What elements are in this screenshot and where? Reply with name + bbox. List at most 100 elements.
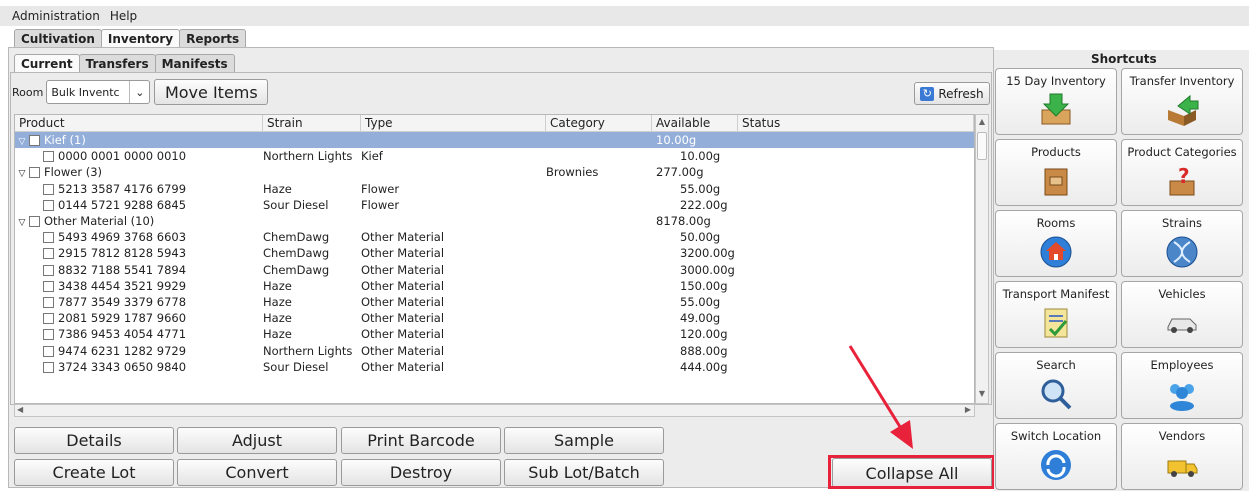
tab-manifests[interactable]: Manifests [154, 54, 235, 72]
row-checkbox[interactable] [43, 264, 54, 276]
shortcut-employees[interactable]: Employees [1121, 352, 1243, 419]
row-checkbox[interactable] [43, 329, 54, 341]
convert-button[interactable]: Convert [177, 459, 337, 486]
table-row[interactable]: 0000 0001 0000 0010 Northern Lights Kief 10… [15, 148, 974, 164]
adjust-button[interactable]: Adjust [177, 427, 337, 454]
shortcut-label: Product Categories [1127, 145, 1237, 159]
table-row[interactable]: 0144 5721 9288 6845 Sour Diesel Flower 222.… [15, 197, 974, 213]
expand-triangle-icon[interactable]: ▽ [15, 169, 29, 179]
product-name: 0144 5721 9288 6845 [58, 197, 187, 212]
tab-reports[interactable]: Reports [179, 29, 247, 47]
row-checkbox[interactable] [43, 199, 54, 211]
table-row[interactable]: 3724 3343 0650 9840 Sour Diesel Other Mate… [15, 359, 974, 375]
shortcut-transport-manifest[interactable]: Transport Manifest [995, 281, 1117, 348]
shortcut-label: Strains [1161, 216, 1203, 230]
table-row[interactable]: 3438 4454 3521 9929 Haze Other Material 150… [15, 278, 974, 294]
scroll-up-icon[interactable]: ▲ [977, 117, 987, 129]
sample-button[interactable]: Sample [504, 427, 664, 454]
column-header-product[interactable]: Product [15, 115, 263, 131]
details-button[interactable]: Details [14, 427, 174, 454]
product-cell: ▽ Other Material (10) [15, 214, 263, 228]
column-header-available[interactable]: Available [652, 115, 738, 131]
row-checkbox[interactable] [29, 167, 40, 179]
tab-cultivation[interactable]: Cultivation [14, 29, 102, 47]
table-row[interactable]: 8832 7188 5541 7894 ChemDawg Other Materia… [15, 262, 974, 278]
print-barcode-button[interactable]: Print Barcode [341, 427, 501, 454]
scroll-right-icon[interactable]: ▶ [965, 405, 971, 414]
row-checkbox[interactable] [43, 296, 54, 308]
column-header-strain[interactable]: Strain [263, 115, 361, 131]
row-checkbox[interactable] [29, 135, 40, 147]
shortcut-strains[interactable]: Strains [1121, 210, 1243, 277]
destroy-button[interactable]: Destroy [341, 459, 501, 486]
shortcut-products[interactable]: Products [995, 139, 1117, 206]
row-checkbox[interactable] [43, 232, 54, 244]
menu-help[interactable]: Help [110, 9, 137, 23]
column-header-type[interactable]: Type [361, 115, 546, 131]
row-checkbox[interactable] [43, 361, 54, 373]
row-checkbox[interactable] [43, 183, 54, 195]
available-cell: 120.00g [680, 327, 728, 342]
shortcut-vendors[interactable]: Vendors [1121, 423, 1243, 490]
table-row[interactable]: 5213 3587 4176 6799 Haze Flower 55.00g [15, 181, 974, 197]
scroll-left-icon[interactable]: ◀ [17, 405, 23, 414]
expand-triangle-icon[interactable]: ▽ [15, 218, 29, 228]
refresh-icon: ↻ [920, 86, 935, 101]
move-items-button[interactable]: Move Items [154, 79, 269, 105]
table-row[interactable]: 9474 6231 1282 9729 Northern Lights Other … [15, 342, 974, 358]
table-body: ▽ Kief (1) 10.00g 0000 0001 0000 0010 Northe… [15, 132, 974, 375]
shortcut-label: Search [1036, 358, 1076, 372]
row-checkbox[interactable] [43, 280, 54, 292]
row-checkbox[interactable] [43, 248, 54, 260]
shortcut-transfer-inventory[interactable]: Transfer Inventory [1121, 68, 1243, 135]
row-checkbox[interactable] [43, 313, 54, 325]
table-row[interactable]: 2915 7812 8128 5943 ChemDawg Other Materia… [15, 245, 974, 261]
menu-administration[interactable]: Administration [12, 9, 100, 23]
tab-inventory[interactable]: Inventory [100, 29, 181, 47]
switch-arrows-icon [1036, 447, 1076, 483]
create-lot-button[interactable]: Create Lot [14, 459, 174, 486]
box-download-icon [1036, 92, 1076, 128]
column-header-category[interactable]: Category [546, 115, 652, 131]
room-select[interactable]: Bulk Inventc ⌄ [46, 80, 151, 104]
table-row[interactable]: 7386 9453 4054 4771 Haze Other Material 120… [15, 326, 974, 342]
available-cell: 55.00g [680, 181, 721, 196]
product-name: 3438 4454 3521 9929 [58, 278, 187, 293]
product-cell: 7877 3549 3379 6778 [15, 295, 263, 309]
shortcut-switch-location[interactable]: Switch Location [995, 423, 1117, 490]
table-group-row[interactable]: ▽ Other Material (10) 8178.00g [15, 213, 974, 229]
refresh-label: Refresh [938, 86, 984, 101]
tab-transfers[interactable]: Transfers [78, 54, 156, 72]
column-header-status[interactable]: Status [738, 115, 974, 131]
horizontal-scrollbar[interactable]: ◀ ▶ [14, 404, 975, 417]
product-name: Flower (3) [44, 165, 102, 180]
product-cell: 5213 3587 4176 6799 [15, 182, 263, 196]
strain-cell: Haze [263, 327, 292, 342]
sub-lot-batch-button[interactable]: Sub Lot/Batch [504, 459, 664, 486]
shortcut-15-day-inventory[interactable]: 15 Day Inventory [995, 68, 1117, 135]
refresh-button[interactable]: ↻ Refresh [914, 82, 990, 105]
vertical-scrollbar[interactable]: ▲ ▼ [975, 114, 989, 404]
shortcut-rooms[interactable]: Rooms [995, 210, 1117, 277]
available-cell: 49.00g [680, 311, 721, 326]
table-row[interactable]: 7877 3549 3379 6778 Haze Other Material 55.… [15, 294, 974, 310]
scroll-down-icon[interactable]: ▼ [977, 389, 987, 401]
table-row[interactable]: 2081 5929 1787 9660 Haze Other Material 49.… [15, 310, 974, 326]
available-cell: 10.00g [680, 149, 721, 164]
shortcut-product-categories[interactable]: Product Categories ? [1121, 139, 1243, 206]
shortcut-vehicles[interactable]: Vehicles [1121, 281, 1243, 348]
row-checkbox[interactable] [29, 216, 40, 228]
row-checkbox[interactable] [43, 151, 54, 163]
table-group-row[interactable]: ▽ Kief (1) 10.00g [15, 132, 974, 149]
tab-current[interactable]: Current [14, 54, 80, 72]
scrollbar-thumb[interactable] [977, 132, 987, 160]
table-header: Product Strain Type Category Available S… [15, 115, 974, 132]
expand-triangle-icon[interactable]: ▽ [15, 137, 29, 147]
table-group-row[interactable]: ▽ Flower (3) Brownies 277.00g [15, 164, 974, 180]
available-cell: 50.00g [680, 230, 721, 245]
table-row[interactable]: 5493 4969 3768 6603 ChemDawg Other Materia… [15, 229, 974, 245]
shortcut-search[interactable]: Search [995, 352, 1117, 419]
dna-globe-icon [1162, 234, 1202, 270]
checklist-icon [1036, 305, 1076, 341]
row-checkbox[interactable] [43, 345, 54, 357]
